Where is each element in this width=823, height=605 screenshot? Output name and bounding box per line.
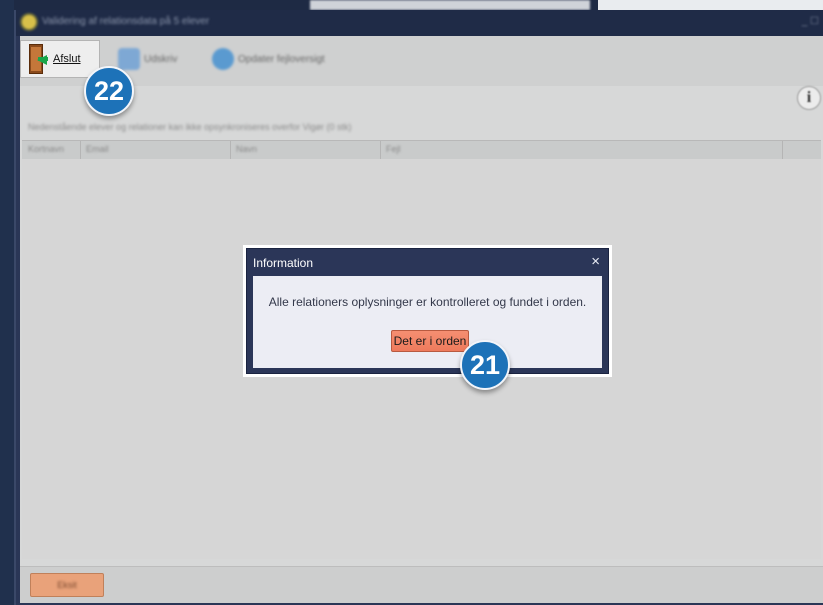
column-header-navn[interactable]: Navn bbox=[236, 144, 257, 154]
desktop-background bbox=[0, 0, 14, 605]
refresh-icon bbox=[212, 48, 234, 70]
bottom-bar: Eksit bbox=[20, 566, 823, 603]
udskriv-button-label: Udskriv bbox=[144, 53, 178, 65]
close-icon[interactable]: × bbox=[591, 253, 600, 270]
bottom-exit-button[interactable]: Eksit bbox=[30, 573, 104, 597]
printer-icon bbox=[118, 48, 140, 70]
det-er-i-orden-button[interactable]: Det er i orden bbox=[391, 330, 469, 352]
app-logo-icon bbox=[22, 15, 36, 29]
column-separator bbox=[782, 141, 783, 159]
information-dialog: Information × Alle relationers oplysning… bbox=[246, 248, 609, 374]
info-icon[interactable]: i bbox=[797, 86, 821, 110]
opdater-fejloversigt-button[interactable]: Opdater fejloversigt bbox=[206, 40, 331, 78]
column-separator bbox=[80, 141, 81, 159]
bottom-exit-button-label: Eksit bbox=[57, 580, 77, 590]
dialog-title: Information bbox=[253, 256, 314, 270]
afslut-button[interactable]: Afslut bbox=[20, 40, 100, 78]
column-separator bbox=[380, 141, 381, 159]
window-title: Validering af relationsdata på 5 elever bbox=[42, 16, 210, 27]
afslut-button-label: Afslut bbox=[53, 53, 81, 65]
column-separator bbox=[230, 141, 231, 159]
opdater-button-label: Opdater fejloversigt bbox=[238, 53, 325, 65]
dialog-highlight-frame: Information × Alle relationers oplysning… bbox=[243, 245, 612, 377]
column-header-kortnavn[interactable]: Kortnavn bbox=[28, 144, 64, 154]
background-window-right bbox=[598, 0, 823, 10]
column-header-fejl[interactable]: Fejl bbox=[386, 144, 401, 154]
list-description: Nedenstående elever og relationer kan ik… bbox=[28, 122, 352, 132]
background-window bbox=[310, 0, 590, 10]
step-badge-22: 22 bbox=[84, 66, 134, 116]
column-header-email[interactable]: Email bbox=[86, 144, 109, 154]
exit-door-icon bbox=[27, 44, 49, 74]
title-bar: Validering af relationsdata på 5 elever … bbox=[16, 10, 823, 36]
dialog-body: Alle relationers oplysninger er kontroll… bbox=[253, 276, 602, 368]
step-badge-21: 21 bbox=[460, 340, 510, 390]
window-controls[interactable]: _ ☐ bbox=[802, 16, 819, 27]
dialog-message: Alle relationers oplysninger er kontroll… bbox=[268, 295, 587, 309]
grid-header: Kortnavn Email Navn Fejl bbox=[22, 140, 821, 160]
toolbar: Afslut Udskriv Opdater fejloversigt bbox=[20, 36, 823, 86]
